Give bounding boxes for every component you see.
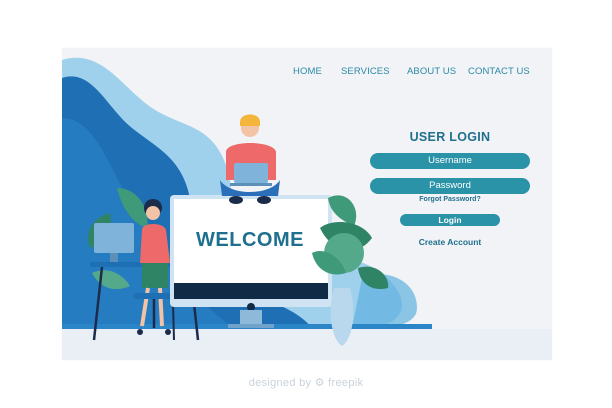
create-account-link[interactable]: Create Account: [370, 237, 530, 247]
landing-page: WELCOME HOME SERVICES ABOUT US CONTACT U…: [62, 48, 552, 360]
monitor-welcome-text: WELCOME: [196, 229, 304, 251]
man-figure: [220, 114, 280, 204]
nav-about-us[interactable]: ABOUT US: [407, 66, 456, 77]
monitor-stand: [240, 310, 262, 326]
username-input[interactable]: [370, 153, 530, 169]
login-button[interactable]: Login: [400, 214, 500, 226]
nav-contact-us[interactable]: CONTACT US: [468, 66, 530, 77]
nav-home[interactable]: HOME: [293, 66, 322, 77]
small-monitor: [94, 223, 134, 253]
hero-illustration: [62, 57, 552, 360]
login-title: USER LOGIN: [409, 130, 491, 144]
freepik-credit: designed by ⚙ freepik: [248, 377, 364, 389]
nav-services[interactable]: SERVICES: [341, 66, 390, 77]
password-input[interactable]: [370, 178, 530, 194]
forgot-password-link[interactable]: Forgot Password?: [370, 196, 530, 203]
floor-base: [62, 329, 552, 360]
man-laptop: [234, 163, 268, 183]
big-monitor-bezel: [174, 283, 328, 299]
